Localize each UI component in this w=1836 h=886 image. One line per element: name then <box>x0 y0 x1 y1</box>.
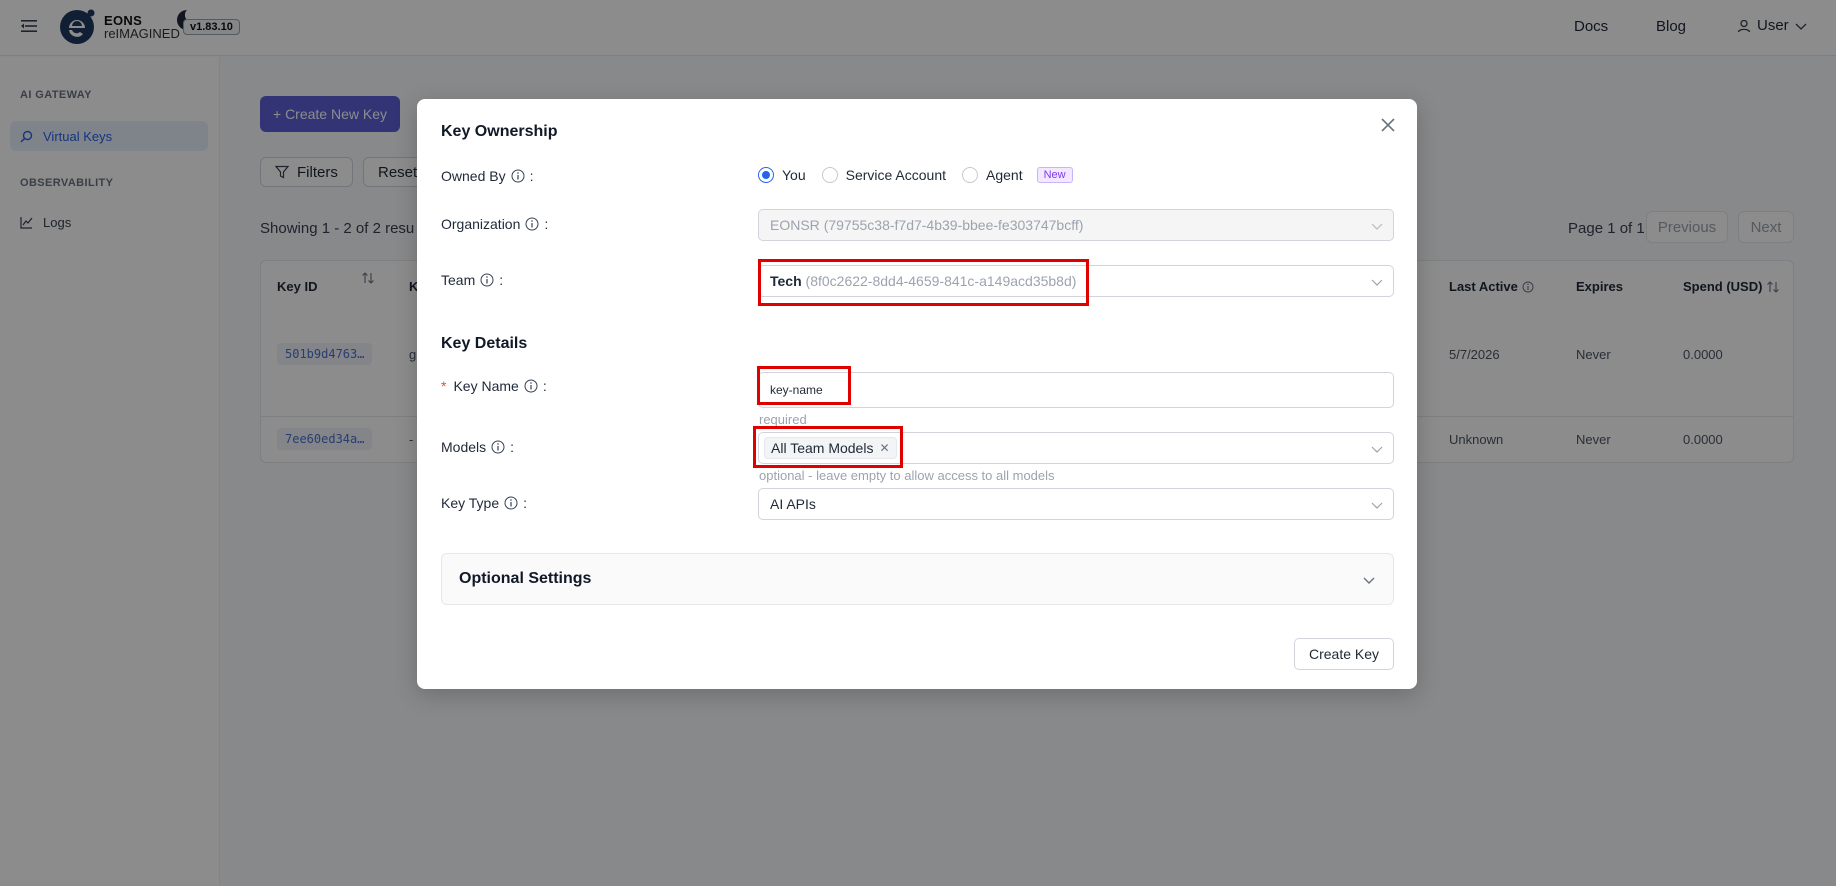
team-label: Team : <box>441 272 503 288</box>
required-star: * <box>441 378 447 394</box>
info-icon[interactable] <box>491 440 505 454</box>
label-colon: : <box>523 495 528 511</box>
label-text: Team <box>441 272 476 288</box>
label-colon: : <box>529 168 534 184</box>
create-key-button[interactable]: Create Key <box>1294 638 1394 670</box>
key-name-help: required <box>759 412 807 427</box>
key-details-title: Key Details <box>441 335 528 352</box>
info-icon[interactable] <box>480 273 494 287</box>
optional-settings-title: Optional Settings <box>459 570 592 587</box>
close-icon[interactable] <box>1380 117 1396 133</box>
label-colon: : <box>499 272 504 288</box>
radio-circle[interactable] <box>758 167 774 183</box>
team-select[interactable]: Tech (8f0c2622-8dd4-4659-841c-a149acd35b… <box>758 265 1394 297</box>
label-colon: : <box>510 439 515 455</box>
radio-label: Agent <box>986 167 1023 183</box>
radio-circle[interactable] <box>962 167 979 183</box>
radio-label: You <box>782 167 806 183</box>
create-key-modal: Key Ownership Owned By : You Service Acc… <box>417 99 1417 689</box>
organization-name: EONSR <box>770 217 820 233</box>
chevron-down-icon <box>1371 223 1383 230</box>
label-colon: : <box>544 216 549 232</box>
key-type-select[interactable]: AI APIs <box>758 488 1394 520</box>
chevron-down-icon <box>1371 502 1383 509</box>
owned-by-agent-radio[interactable]: Agent New <box>962 167 1073 183</box>
owned-by-label: Owned By : <box>441 168 533 184</box>
owned-by-service-account-radio[interactable]: Service Account <box>821 167 947 183</box>
key-name-input[interactable] <box>758 372 1394 408</box>
team-name: Tech <box>770 273 802 289</box>
label-text: Organization <box>441 216 521 232</box>
model-tag-label: All Team Models <box>771 440 874 456</box>
optional-settings-collapse[interactable]: Optional Settings <box>441 553 1394 605</box>
key-type-value: AI APIs <box>770 496 816 512</box>
chevron-down-icon <box>1371 279 1383 286</box>
radio-circle[interactable] <box>821 167 838 183</box>
organization-label: Organization : <box>441 216 548 232</box>
radio-label: Service Account <box>845 167 947 183</box>
owned-by-you-radio[interactable]: You <box>758 167 806 183</box>
key-name-label: * Key Name : <box>441 378 547 394</box>
info-icon[interactable] <box>524 379 538 393</box>
organization-id: (79755c38-f7d7-4b39-bbee-fe303747bcff) <box>823 217 1084 233</box>
label-text: Owned By <box>441 168 506 184</box>
info-icon[interactable] <box>511 169 525 183</box>
info-icon[interactable] <box>525 217 539 231</box>
models-help: optional - leave empty to allow access t… <box>759 468 1055 483</box>
model-tag: All Team Models ✕ <box>764 437 897 459</box>
label-colon: : <box>542 378 547 394</box>
key-type-label: Key Type : <box>441 495 527 511</box>
label-text: Key Name <box>453 378 519 394</box>
new-badge: New <box>1036 167 1073 183</box>
remove-tag-icon[interactable]: ✕ <box>879 441 889 455</box>
models-select[interactable]: All Team Models ✕ <box>758 432 1394 464</box>
chevron-down-icon <box>1363 577 1375 584</box>
label-text: Key Type <box>441 495 500 511</box>
models-label: Models : <box>441 439 514 455</box>
team-id: (8f0c2622-8dd4-4659-841c-a149acd35b8d) <box>805 273 1077 289</box>
modal-title: Key Ownership <box>441 123 558 140</box>
info-icon[interactable] <box>504 496 518 510</box>
label-text: Models <box>441 439 487 455</box>
owned-by-radio-group: You Service Account Agent New <box>758 167 1089 183</box>
chevron-down-icon <box>1371 446 1383 453</box>
organization-select: EONSR (79755c38-f7d7-4b39-bbee-fe303747b… <box>758 209 1394 241</box>
